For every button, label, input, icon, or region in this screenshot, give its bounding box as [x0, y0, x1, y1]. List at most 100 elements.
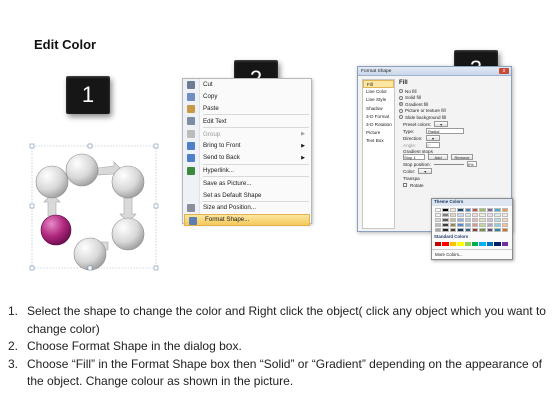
standard-color-swatch[interactable]: [471, 241, 479, 247]
standard-color-swatch[interactable]: [457, 241, 464, 247]
standard-color-swatch[interactable]: [435, 241, 442, 247]
color-swatch[interactable]: [435, 207, 442, 212]
more-colors-item[interactable]: More Colors...: [432, 249, 512, 259]
menu-item-copy[interactable]: Copy: [183, 91, 311, 103]
color-swatch[interactable]: [442, 212, 449, 217]
menu-item-format-shape[interactable]: Format Shape...: [184, 213, 310, 226]
color-swatch[interactable]: [449, 212, 457, 217]
color-swatch[interactable]: [486, 228, 494, 233]
color-swatch[interactable]: [464, 223, 471, 228]
color-swatch[interactable]: [442, 223, 449, 228]
nav-shadow[interactable]: Shadow: [363, 105, 394, 113]
color-swatch[interactable]: [479, 207, 486, 212]
angle-input[interactable]: 0°: [426, 142, 440, 148]
stop-position-slider[interactable]: [433, 163, 464, 165]
color-swatch[interactable]: [494, 217, 501, 223]
menu-item-send-to-back[interactable]: Send to Back ▶: [183, 152, 311, 164]
standard-color-swatch[interactable]: [479, 241, 486, 247]
color-swatch[interactable]: [494, 228, 501, 233]
add-stop-button[interactable]: Add: [428, 154, 448, 160]
color-swatch[interactable]: [457, 207, 464, 212]
direction-dropdown[interactable]: ▾: [426, 135, 440, 141]
nav-3d-format[interactable]: 3-D Format: [363, 113, 394, 121]
color-swatch[interactable]: [471, 223, 479, 228]
cycle-circle-right-top[interactable]: [111, 165, 145, 199]
color-swatch[interactable]: [457, 223, 464, 228]
color-swatch[interactable]: [449, 217, 457, 223]
menu-item-group[interactable]: Group ▶: [183, 128, 311, 140]
menu-item-set-as-default-shape[interactable]: Set as Default Shape: [183, 189, 311, 201]
standard-color-swatch[interactable]: [449, 241, 457, 247]
standard-color-swatch[interactable]: [442, 241, 449, 247]
radio-icon[interactable]: [399, 89, 403, 94]
standard-color-swatch[interactable]: [501, 241, 508, 247]
color-swatch[interactable]: [479, 223, 486, 228]
rotate-checkbox[interactable]: [403, 183, 407, 187]
color-swatch[interactable]: [435, 228, 442, 233]
radio-icon[interactable]: [399, 115, 403, 120]
standard-color-swatch[interactable]: [494, 241, 501, 247]
color-swatch[interactable]: [471, 228, 479, 233]
color-swatch[interactable]: [501, 228, 508, 233]
stop-position-input[interactable]: 0%: [466, 161, 477, 167]
color-swatch[interactable]: [457, 217, 464, 223]
color-swatch[interactable]: [501, 207, 508, 212]
color-swatch[interactable]: [435, 212, 442, 217]
radio-icon[interactable]: [399, 108, 403, 113]
nav-picture[interactable]: Picture: [363, 129, 394, 137]
color-swatch[interactable]: [479, 212, 486, 217]
color-swatch[interactable]: [471, 217, 479, 223]
color-swatch[interactable]: [501, 212, 508, 217]
cycle-circle-right-bottom[interactable]: [111, 217, 145, 251]
menu-item-cut[interactable]: Cut: [183, 79, 311, 91]
color-swatch[interactable]: [486, 207, 494, 212]
color-swatch[interactable]: [464, 217, 471, 223]
standard-color-swatch[interactable]: [486, 241, 494, 247]
color-swatch[interactable]: [471, 207, 479, 212]
menu-item-bring-to-front[interactable]: Bring to Front ▶: [183, 140, 311, 152]
cycle-circle-top[interactable]: [65, 153, 99, 187]
dialog-close-icon[interactable]: x: [499, 68, 509, 74]
radio-selected-icon[interactable]: [399, 102, 403, 107]
color-swatch[interactable]: [494, 207, 501, 212]
color-swatch[interactable]: [501, 223, 508, 228]
menu-item-paste[interactable]: Paste: [183, 103, 311, 115]
color-swatch[interactable]: [435, 217, 442, 223]
color-swatch[interactable]: [464, 212, 471, 217]
color-swatch[interactable]: [486, 212, 494, 217]
preset-colors-dropdown[interactable]: ▾: [434, 121, 449, 127]
nav-line-color[interactable]: Line Color: [363, 88, 394, 96]
nav-fill[interactable]: Fill: [363, 80, 394, 89]
menu-item-hyperlink[interactable]: Hyperlink...: [183, 165, 311, 177]
color-swatch[interactable]: [479, 228, 486, 233]
color-swatch[interactable]: [449, 207, 457, 212]
menu-item-save-as-picture[interactable]: Save as Picture...: [183, 177, 311, 189]
menu-item-edit-text[interactable]: Edit Text: [183, 115, 311, 127]
remove-stop-button[interactable]: Remove: [451, 154, 473, 160]
cycle-circle-left-top[interactable]: [35, 165, 69, 199]
nav-3d-rotation[interactable]: 3-D Rotation: [363, 121, 394, 129]
color-swatch[interactable]: [457, 212, 464, 217]
color-swatch[interactable]: [479, 217, 486, 223]
color-swatch[interactable]: [449, 228, 457, 233]
color-swatch[interactable]: [442, 207, 449, 212]
color-swatch[interactable]: [501, 217, 508, 223]
nav-text-box[interactable]: Text Box: [363, 137, 394, 145]
color-swatch[interactable]: [442, 228, 449, 233]
color-swatch[interactable]: [442, 217, 449, 223]
cycle-circle-selected[interactable]: [40, 214, 72, 246]
color-swatch[interactable]: [464, 207, 471, 212]
type-select[interactable]: Radial: [426, 128, 464, 134]
color-swatch[interactable]: [494, 223, 501, 228]
stop-select[interactable]: Stop 1: [403, 154, 425, 160]
color-swatch[interactable]: [471, 212, 479, 217]
color-swatch[interactable]: [449, 223, 457, 228]
color-dropdown[interactable]: ▾: [418, 168, 433, 174]
color-swatch[interactable]: [486, 217, 494, 223]
color-swatch[interactable]: [494, 212, 501, 217]
nav-line-style[interactable]: Line Style: [363, 96, 394, 104]
color-swatch[interactable]: [457, 228, 464, 233]
cycle-circle-bottom[interactable]: [73, 237, 107, 271]
color-swatch[interactable]: [464, 228, 471, 233]
radio-icon[interactable]: [399, 95, 403, 100]
